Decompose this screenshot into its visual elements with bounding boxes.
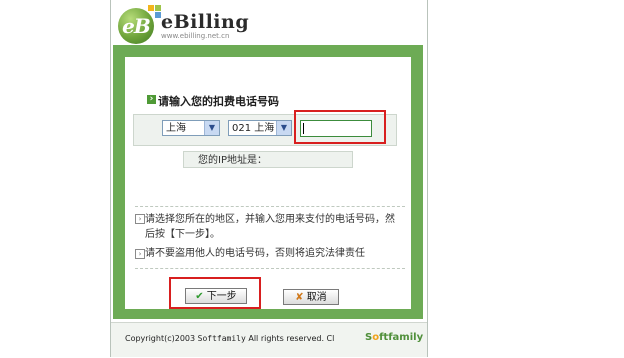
city-select[interactable]: 上海 ▼ [162,120,220,136]
warning-note: 请不要盗用他人的电话号码，否则将追究法律责任 [145,248,365,259]
area-code-select[interactable]: 021 上海 ▼ [228,120,292,136]
next-button-highlight [169,277,261,309]
bullet-arrow-icon: › [135,249,145,259]
city-select-value: 上海 [166,123,186,134]
x-icon: ✘ [295,292,304,303]
divider [135,268,405,269]
chevron-down-icon: ▼ [276,121,291,135]
cancel-label: 取消 [306,292,327,303]
app-url: www.ebilling.net.cn [161,32,230,40]
arrow-square-icon: › [147,95,156,104]
ebilling-window: eB eBilling www.ebilling.net.cn › 请输入您的扣… [110,0,428,357]
app-title: eBilling [161,11,250,33]
ip-address-label: 您的IP地址是： [183,151,353,168]
softfamily-logo: Softfamily [365,332,424,343]
phone-prompt-label: 请输入您的扣费电话号码 [158,95,279,108]
ebilling-logo-icon: eB [118,5,161,44]
footer: Copyright(c)2003 Softfamily All rights r… [111,322,427,357]
area-code-select-value: 021 上海 [232,123,275,134]
chevron-down-icon: ▼ [204,121,219,135]
divider [135,206,405,207]
green-frame [113,45,423,319]
copyright-text: Copyright(c)2003 Softfamily All rights r… [125,334,335,343]
cancel-button[interactable]: ✘ 取消 [283,289,339,305]
instruction-note: 请选择您所在的地区，并输入您用来支付的电话号码，然后按【下一步】。 [145,214,395,240]
bullet-arrow-icon: › [135,214,145,224]
phone-input-highlight [294,110,386,144]
